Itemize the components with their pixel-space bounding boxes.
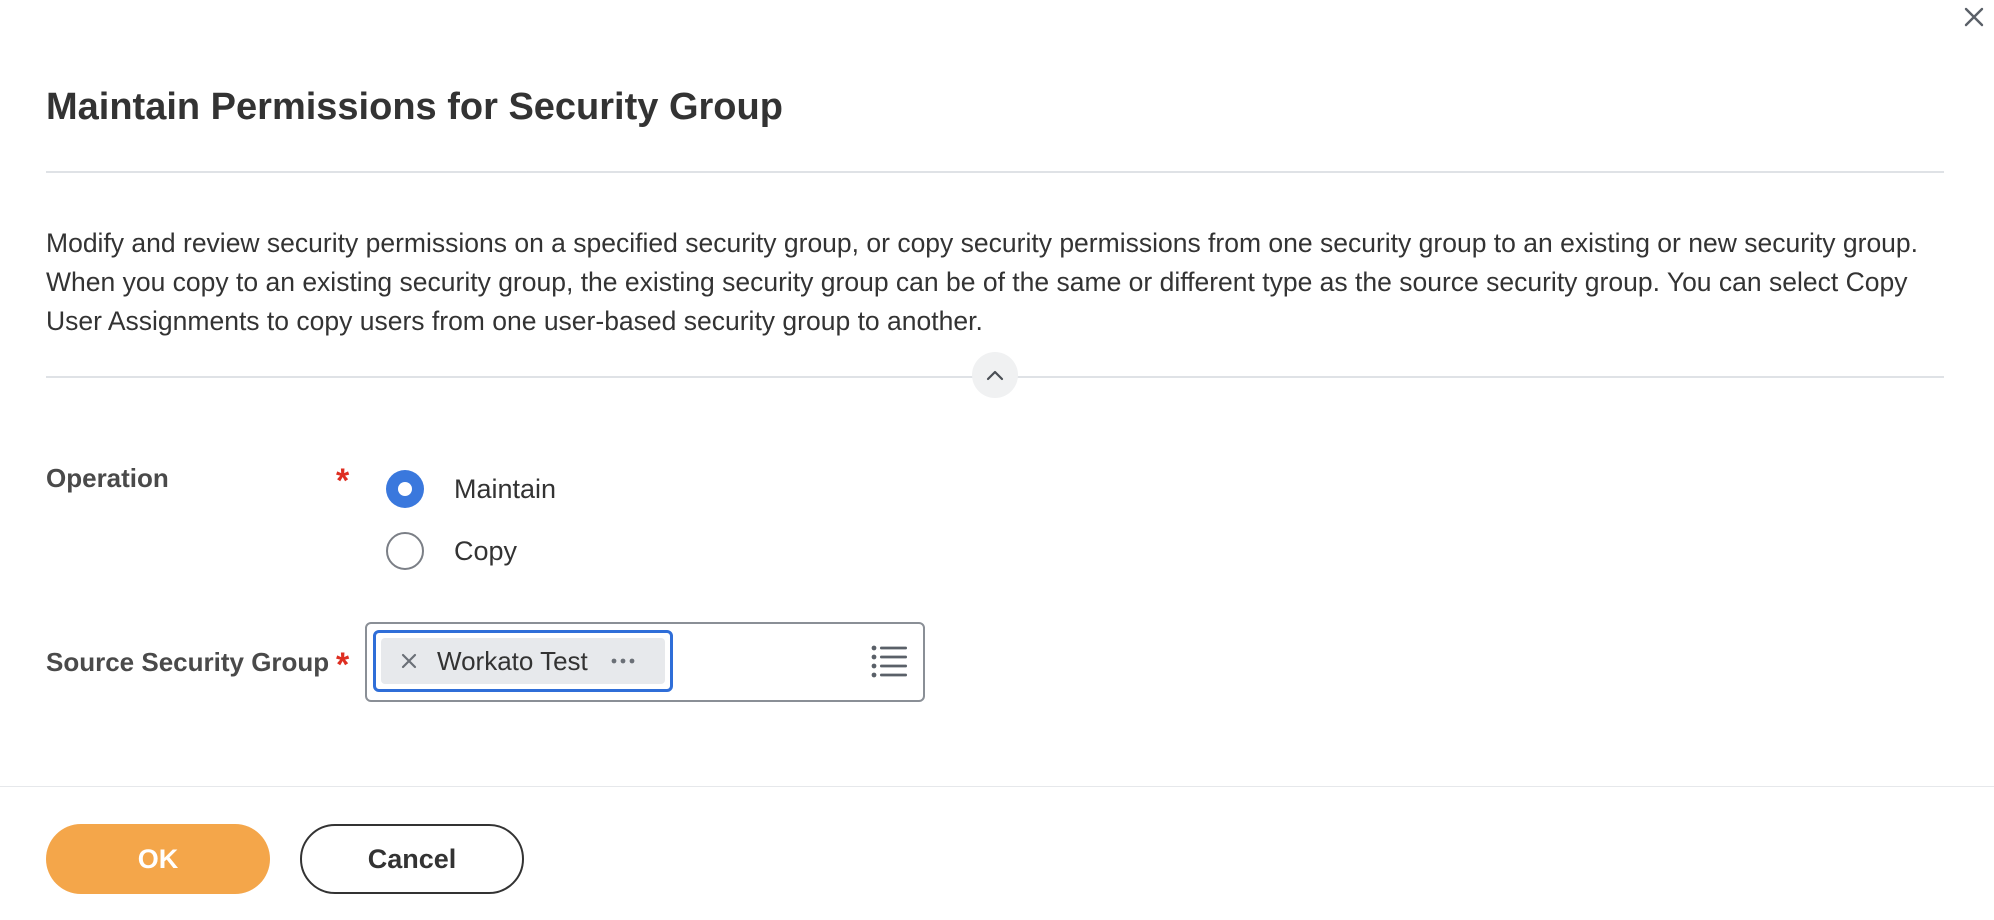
selected-item-text: Workato Test bbox=[437, 646, 588, 676]
ellipsis-icon bbox=[611, 658, 635, 664]
radio-label-maintain: Maintain bbox=[454, 474, 557, 504]
selected-item-focus: Workato Test bbox=[373, 630, 673, 692]
ok-button[interactable]: OK bbox=[46, 824, 270, 894]
close-icon bbox=[1964, 7, 1984, 27]
selected-item-pill[interactable]: Workato Test bbox=[381, 638, 665, 684]
list-icon[interactable] bbox=[871, 644, 909, 680]
operation-required-marker: * bbox=[336, 462, 350, 500]
collapse-description-button[interactable] bbox=[972, 352, 1018, 398]
x-icon bbox=[401, 653, 417, 669]
title-divider bbox=[46, 171, 1944, 173]
source-security-group-prompt[interactable]: Workato Test bbox=[365, 622, 925, 702]
operation-option-copy[interactable]: Copy bbox=[386, 532, 517, 570]
cancel-button[interactable]: Cancel bbox=[300, 824, 524, 894]
radio-copy[interactable] bbox=[386, 532, 424, 570]
radio-label-copy: Copy bbox=[454, 536, 518, 566]
source-security-group-required-marker: * bbox=[336, 646, 350, 684]
task-description: Modify and review security permissions o… bbox=[46, 228, 1919, 336]
operation-label: Operation bbox=[46, 463, 169, 493]
operation-option-maintain[interactable]: Maintain bbox=[386, 470, 556, 508]
page-title: Maintain Permissions for Security Group bbox=[46, 86, 783, 128]
source-security-group-label: Source Security Group bbox=[46, 647, 330, 677]
remove-selection-button[interactable] bbox=[395, 647, 423, 675]
footer-divider bbox=[0, 786, 1994, 787]
radio-maintain[interactable] bbox=[386, 470, 424, 508]
chevron-up-icon bbox=[986, 370, 1004, 381]
close-button[interactable] bbox=[1954, 0, 1994, 34]
related-actions-button[interactable] bbox=[606, 647, 640, 675]
